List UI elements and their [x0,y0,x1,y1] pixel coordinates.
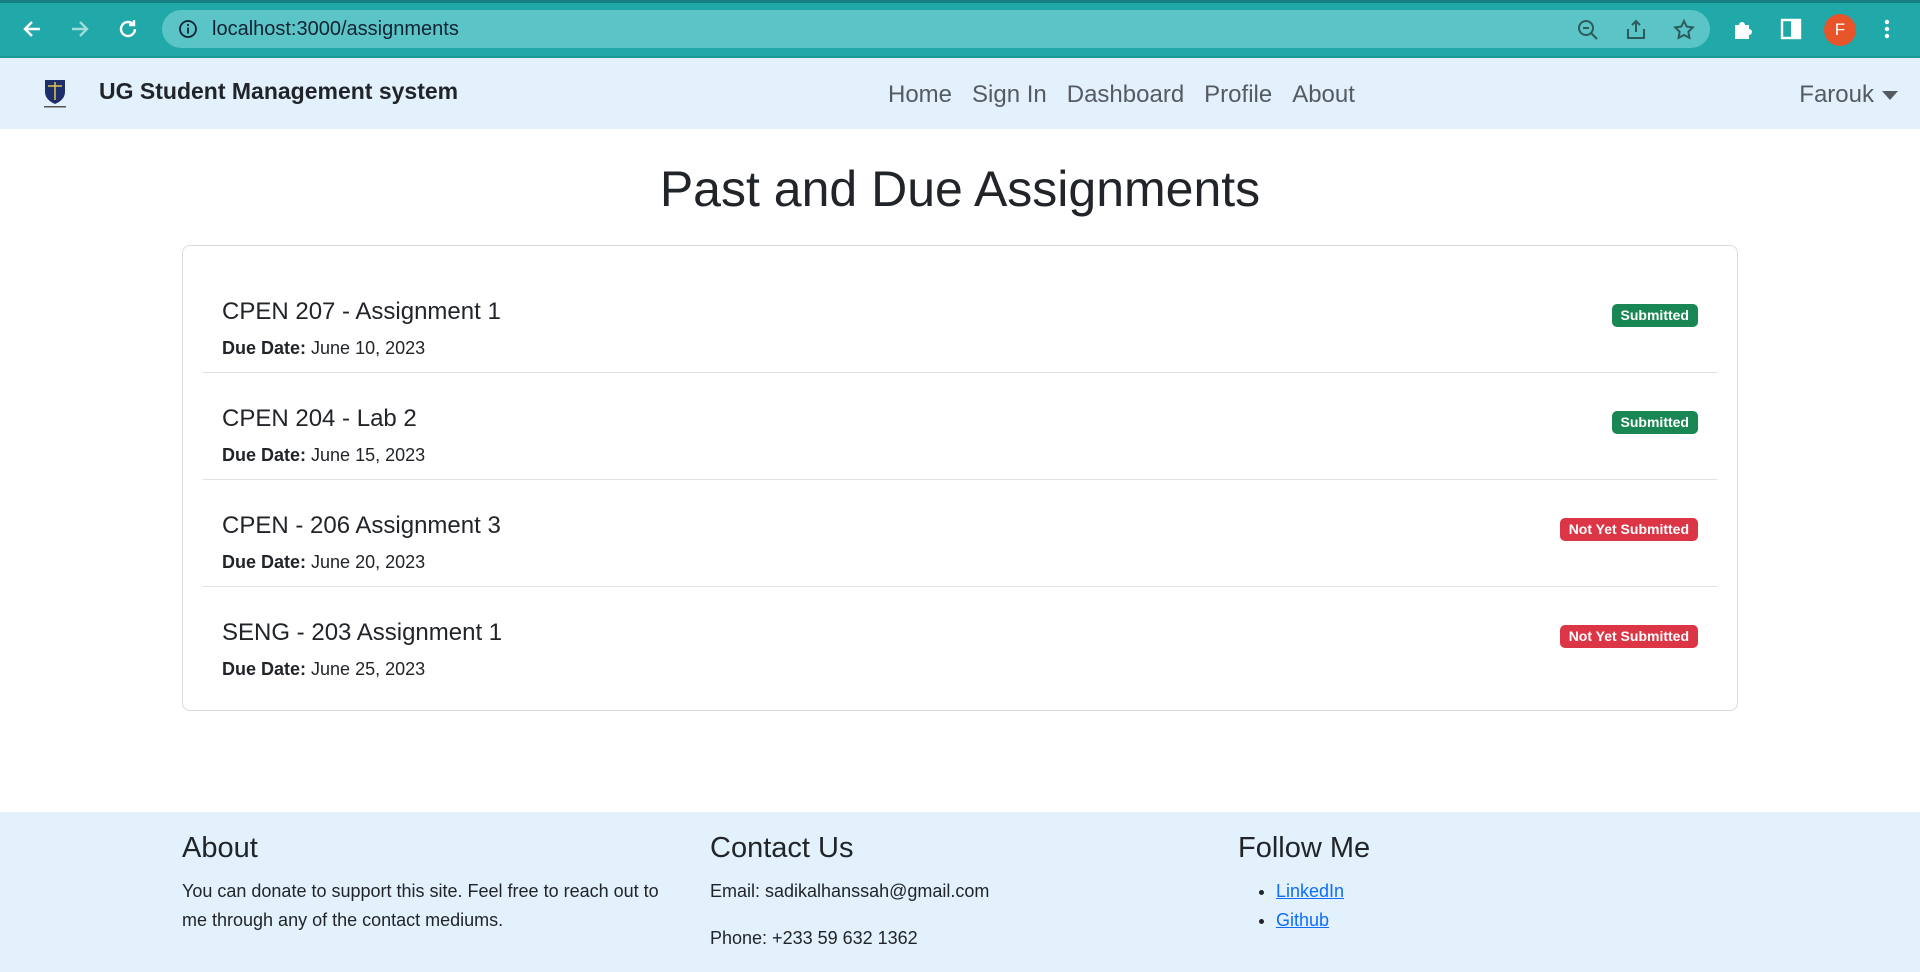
address-bar[interactable]: localhost:3000/assignments [162,10,1710,48]
due-date-value: June 10, 2023 [311,338,426,358]
contact-email: Email: sadikalhanssah@gmail.com [710,881,990,901]
footer-about-text: You can donate to support this site. Fee… [182,881,659,930]
due-date-value: June 15, 2023 [311,445,426,465]
browser-toolbar: localhost:3000/assignments F [0,0,1920,58]
profile-avatar[interactable]: F [1824,14,1856,46]
assignments-card: CPEN 207 - Assignment 1 Due Date: June 1… [182,245,1738,711]
footer-follow: Follow Me LinkedIn Github [1238,832,1738,935]
footer-contact-heading: Contact Us [710,832,854,864]
more-menu-icon[interactable] [1874,16,1900,42]
footer-about: About You can donate to support this sit… [182,832,682,935]
list-item: Github [1276,906,1738,935]
url-text[interactable]: localhost:3000/assignments [212,18,459,41]
side-panel-icon[interactable] [1778,16,1804,42]
user-name[interactable]: Farouk [1799,81,1874,109]
extensions-icon[interactable] [1730,16,1756,42]
nav-profile[interactable]: Profile [1204,81,1272,109]
footer-follow-heading: Follow Me [1238,832,1371,864]
brand-name[interactable]: UG Student Management system [99,78,458,105]
footer-contact: Contact Us Email: sadikalhanssah@gmail.c… [710,832,1210,953]
footer-about-heading: About [182,832,258,864]
zoom-icon[interactable] [1576,18,1600,42]
social-links: LinkedIn Github [1276,877,1738,935]
assignment-title: CPEN 207 - Assignment 1 [222,298,501,325]
due-date-value: June 20, 2023 [311,552,426,572]
nav-sign-in[interactable]: Sign In [972,81,1047,109]
due-date-value: June 25, 2023 [311,659,426,679]
reload-icon [119,20,137,38]
contact-phone: Phone: +233 59 632 1362 [710,928,918,948]
assignment-due-date: Due Date: June 20, 2023 [222,552,425,573]
status-badge: Submitted [1611,304,1698,328]
linkedin-link[interactable]: LinkedIn [1276,881,1344,901]
share-icon[interactable] [1624,18,1648,42]
assignment-row: CPEN 207 - Assignment 1 Due Date: June 1… [203,266,1717,373]
due-date-label: Due Date: [222,445,307,465]
due-date-label: Due Date: [222,338,307,358]
nav-dashboard[interactable]: Dashboard [1067,81,1184,109]
due-date-label: Due Date: [222,659,307,679]
site-footer: About You can donate to support this sit… [0,812,1920,972]
assignment-due-date: Due Date: June 10, 2023 [222,338,425,359]
assignment-row: CPEN 204 - Lab 2 Due Date: June 15, 2023… [203,373,1717,480]
github-link[interactable]: Github [1276,910,1329,930]
due-date-label: Due Date: [222,552,307,572]
university-crest-logo[interactable] [42,77,68,109]
main-nav: Home Sign In Dashboard Profile About [888,81,1355,109]
chevron-down-icon[interactable] [1882,90,1898,100]
assignment-due-date: Due Date: June 15, 2023 [222,445,425,466]
user-dropdown[interactable]: Farouk [1799,81,1898,109]
nav-about[interactable]: About [1292,81,1355,109]
forward-button[interactable] [62,11,98,47]
assignment-title: CPEN 204 - Lab 2 [222,405,417,432]
status-badge: Not Yet Submitted [1559,518,1698,542]
assignment-title: CPEN - 206 Assignment 3 [222,512,501,539]
assignment-due-date: Due Date: June 25, 2023 [222,659,425,680]
page-title: Past and Due Assignments [659,161,1261,217]
forward-arrow-icon [72,21,89,37]
status-badge: Submitted [1611,411,1698,435]
reload-button[interactable] [110,11,146,47]
site-info-icon[interactable] [178,19,198,39]
assignment-title: SENG - 203 Assignment 1 [222,619,503,646]
assignment-row: SENG - 203 Assignment 1 Due Date: June 2… [203,587,1717,694]
tab-strip [0,0,1920,3]
bookmark-star-icon[interactable] [1672,18,1696,42]
assignment-list: CPEN 207 - Assignment 1 Due Date: June 1… [203,266,1717,694]
list-item: LinkedIn [1276,877,1738,906]
status-badge: Not Yet Submitted [1559,625,1698,649]
site-navbar: UG Student Management system Home Sign I… [0,58,1920,129]
back-button[interactable] [14,11,50,47]
nav-home[interactable]: Home [888,81,952,109]
back-arrow-icon [23,21,40,37]
assignment-row: CPEN - 206 Assignment 3 Due Date: June 2… [203,480,1717,587]
